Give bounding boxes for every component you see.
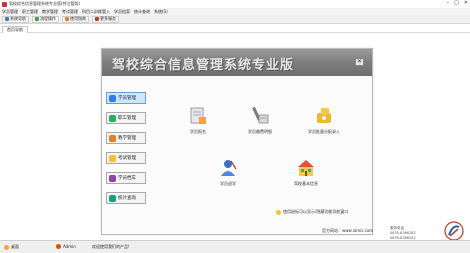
staff-icon [109, 114, 116, 122]
nav-button-label: 系统导航 [10, 16, 26, 21]
sidebar-item-label: 学员管理 [118, 96, 136, 101]
menu-item-training[interactable]: 科目二训练管入 [82, 9, 110, 15]
vehicle-icon [109, 174, 116, 182]
window-title: 驾校综合信息管理系统专业版(特注管版) [9, 1, 81, 6]
action-dropout[interactable]: 学员退学 [202, 157, 254, 191]
close-window-button[interactable]: ✕ [464, 1, 468, 6]
action-label: 学员报名 [190, 129, 206, 134]
panel-sidebar: 学员管理 职工管理 教学管理 考试管理 学员档车 统计查询 [106, 84, 150, 234]
status-user: Admin [56, 244, 76, 249]
maximize-button[interactable]: □ [454, 1, 459, 6]
service-phones: 服务电话 0635-8366282 0635-8366282 [390, 226, 416, 241]
teaching-icon [109, 134, 116, 142]
menu-item-stats[interactable]: 统计查询 [134, 9, 150, 15]
sidebar-item-label: 统计查询 [118, 196, 136, 201]
action-school-info[interactable]: 驾校基本信息 [280, 157, 332, 191]
sidebar-item-stats[interactable]: 统计查询 [106, 192, 146, 204]
action-fee-detail[interactable]: 学员缴费明细 [234, 105, 286, 139]
process-icon [35, 17, 39, 21]
more-service-button-label: 更多服务 [100, 16, 116, 21]
guide-button[interactable]: 使用指南 [62, 15, 89, 23]
status-desktop-label: 桌面 [11, 244, 19, 249]
process-button-label: 流程操作 [40, 16, 56, 21]
guide-icon [65, 17, 69, 21]
menu-item-staff[interactable]: 职工管理 [22, 9, 38, 15]
batch-assign-icon [317, 108, 331, 123]
lightbulb-icon [276, 209, 281, 215]
nav-hint: 使用鼠标可以显示/隐藏功能导航窗口 [276, 209, 348, 215]
toolbar: 系统导航 流程操作 使用指南 更多服务 [0, 15, 470, 24]
more-service-icon [95, 17, 99, 21]
menu-item-teaching[interactable]: 教学管理 [42, 9, 58, 15]
status-user-label: Admin [63, 244, 76, 249]
desktop-icon [4, 244, 9, 250]
school-info-icon [298, 160, 314, 176]
dropout-icon [221, 160, 237, 176]
panel-banner: 驾校综合信息管理系统专业版 ✕ [102, 49, 372, 76]
sidebar-item-vehicle[interactable]: 学员档车 [106, 172, 146, 184]
company-logo [444, 221, 464, 241]
window-controls: – □ ✕ [447, 1, 468, 6]
tab-strip: 首页导航 [0, 25, 470, 33]
sidebar-item-exam[interactable]: 考试管理 [106, 152, 146, 164]
sidebar-item-staff[interactable]: 职工管理 [106, 112, 146, 124]
sidebar-item-student[interactable]: 学员管理 [106, 92, 146, 104]
stats-icon [109, 194, 116, 202]
process-button[interactable]: 流程操作 [32, 15, 59, 23]
menu-item-system[interactable]: 系统(S) [154, 9, 168, 15]
sidebar-item-label: 学员档车 [118, 176, 136, 181]
exam-icon [109, 154, 116, 162]
student-register-icon [190, 107, 206, 124]
sidebar-item-label: 教学管理 [118, 136, 136, 141]
app-icon [2, 1, 7, 7]
action-label: 学员退学 [220, 181, 236, 186]
status-welcome: 欢迎使用我们的产品! [92, 244, 130, 250]
action-label: 学员批量分配录入 [308, 129, 340, 134]
menu-bar: 学员管理 职工管理 教学管理 考试管理 科目二训练管入 学员档案 统计查询 系统… [0, 8, 470, 15]
official-website[interactable]: 官方网站：www.iomis.com [322, 228, 373, 234]
panel-banner-title: 驾校综合信息管理系统专业版 [112, 58, 295, 73]
sidebar-item-teaching[interactable]: 教学管理 [106, 132, 146, 144]
nav-icon [5, 17, 9, 21]
more-service-button[interactable]: 更多服务 [92, 15, 119, 23]
menu-item-archive[interactable]: 学员档案 [114, 9, 130, 15]
minimize-button[interactable]: – [447, 1, 450, 6]
status-desktop[interactable]: 桌面 [4, 244, 19, 250]
action-label: 学员缴费明细 [248, 129, 272, 134]
sidebar-item-label: 考试管理 [118, 156, 136, 161]
action-batch-assign[interactable]: 学员批量分配录入 [298, 105, 350, 139]
title-bar: 驾校综合信息管理系统专业版(特注管版) – □ ✕ [0, 0, 470, 8]
nav-hint-text: 使用鼠标可以显示/隐藏功能导航窗口 [283, 209, 349, 214]
navigation-panel: 驾校综合信息管理系统专业版 ✕ 学员管理 职工管理 教学管理 考试管理 学员档车… [101, 48, 373, 235]
panel-close-button[interactable]: ✕ [355, 58, 364, 66]
status-welcome-text: 欢迎使用我们的产品! [92, 244, 130, 249]
menu-item-exam[interactable]: 考试管理 [62, 9, 78, 15]
guide-button-label: 使用指南 [70, 16, 86, 21]
status-bar: 桌面 Admin 欢迎使用我们的产品! [0, 240, 470, 253]
fee-detail-icon [252, 106, 269, 124]
action-label: 驾校基本信息 [294, 181, 318, 186]
user-icon [56, 244, 61, 249]
nav-button[interactable]: 系统导航 [2, 15, 29, 23]
student-icon [109, 94, 116, 102]
menu-item-student[interactable]: 学员管理 [2, 9, 18, 15]
tab-home-nav[interactable]: 首页导航 [2, 26, 28, 33]
action-student-register[interactable]: 学员报名 [172, 105, 224, 139]
sidebar-item-label: 职工管理 [118, 116, 136, 121]
